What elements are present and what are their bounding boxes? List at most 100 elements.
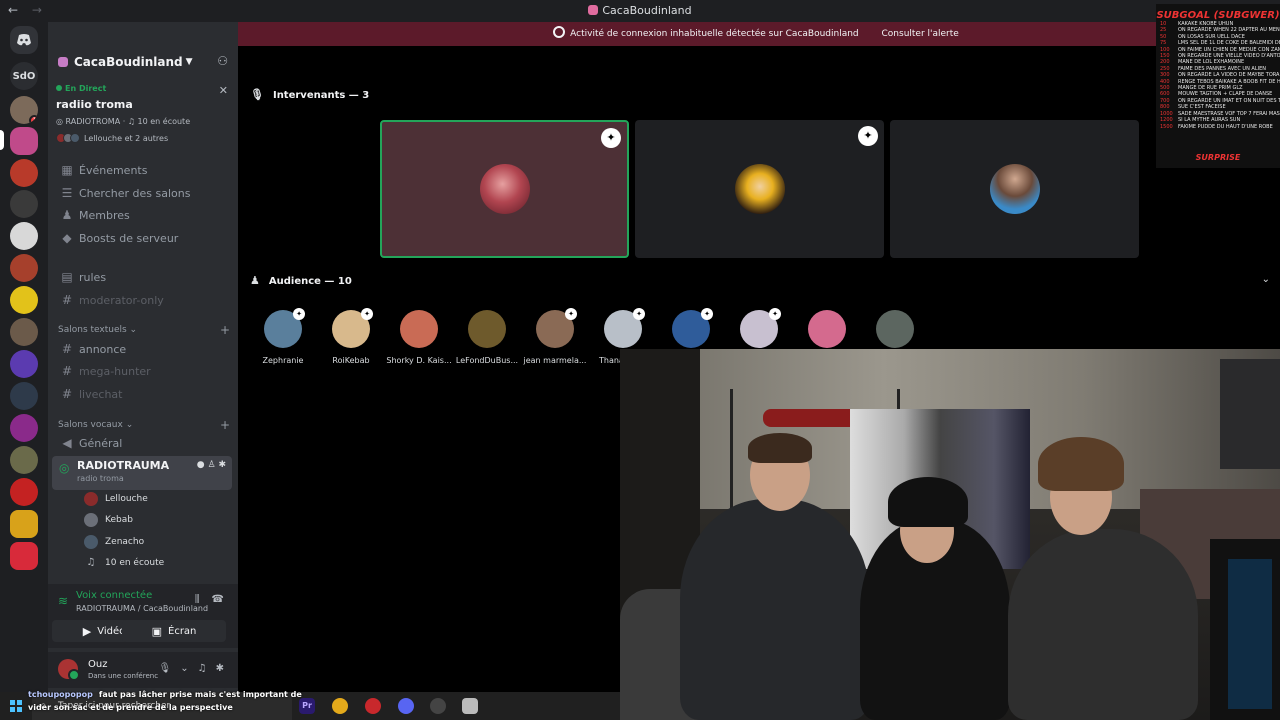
invite-user-icon[interactable]: ⚇ bbox=[217, 54, 228, 68]
channel-livechat[interactable]: # livechat bbox=[56, 384, 232, 404]
stage-channel: RADIOTROMA bbox=[65, 117, 121, 126]
user-name[interactable]: Ouz bbox=[88, 659, 107, 670]
stage-listening: 10 en écoute bbox=[137, 117, 191, 126]
server-icon[interactable] bbox=[10, 510, 38, 538]
speaker-tile[interactable] bbox=[890, 120, 1139, 258]
noise-suppression-icon[interactable]: ⫼ bbox=[195, 594, 200, 605]
chat-username: tchoupopopop bbox=[28, 690, 93, 699]
stream-chat-message: tchoupopopop faut pas lâcher prise mais c… bbox=[28, 688, 308, 714]
audience-member[interactable]: ✦ RoiKebab bbox=[317, 308, 385, 365]
channel-rules[interactable]: ▤ rules bbox=[56, 267, 232, 287]
speaker-avatar bbox=[989, 164, 1040, 214]
voice-location[interactable]: RADIOTRAUMA / CacaBoudinland bbox=[76, 604, 208, 613]
channel-general-voice[interactable]: ◀ Général bbox=[56, 433, 232, 453]
view-alert-button[interactable]: Consulter l'alerte bbox=[876, 27, 965, 41]
audience-member[interactable]: ✦ bbox=[657, 308, 725, 348]
category-text-channels[interactable]: Salons textuels ⌄ + bbox=[58, 323, 230, 337]
nav-browse-channels[interactable]: ☰ Chercher des salons bbox=[56, 183, 232, 203]
microphone-icon[interactable]: 🎙 bbox=[159, 663, 172, 674]
windows-start-icon[interactable] bbox=[10, 700, 22, 712]
voice-member[interactable]: Lellouche bbox=[84, 490, 148, 508]
chrome-icon[interactable] bbox=[332, 698, 348, 714]
nav-members[interactable]: ♟ Membres bbox=[56, 205, 232, 225]
window-title: CacaBoudinland bbox=[0, 4, 1280, 17]
audience-member[interactable]: Shorky D. Kais... bbox=[385, 310, 453, 365]
voice-member[interactable]: Zenacho bbox=[84, 533, 144, 551]
invite-icon[interactable]: ♙ bbox=[208, 460, 216, 470]
subgoal-reward: SADE MAESTRASE VOF TOP 7 FERAI MASS 2 bbox=[1178, 110, 1280, 117]
add-channel-icon[interactable]: + bbox=[220, 418, 230, 432]
subgoal-reward: RENGE TEBOS BAIKAKE A BOOB FIT DE HOIT bbox=[1178, 78, 1280, 85]
server-icon[interactable] bbox=[10, 254, 38, 282]
discord-icon[interactable] bbox=[398, 698, 414, 714]
gear-icon[interactable]: ✱ bbox=[216, 663, 224, 674]
screen: ← → CacaBoudinland SdO 1 CacaBoudinland … bbox=[0, 0, 1280, 720]
chevron-down-icon[interactable]: ⌄ bbox=[180, 663, 188, 674]
server-icon bbox=[58, 57, 68, 67]
nav-server-boosts[interactable]: ◆ Boosts de serveur bbox=[56, 228, 232, 248]
webcam-hair bbox=[748, 433, 812, 463]
selected-server-indicator bbox=[0, 130, 4, 150]
server-icon[interactable] bbox=[10, 222, 38, 250]
add-channel-icon[interactable]: + bbox=[220, 323, 230, 337]
speaker-tile[interactable]: ✦ bbox=[635, 120, 884, 258]
channel-radiotrauma[interactable]: ◎ RADIOTRAUMA radio troma ● ♙ ✱ bbox=[52, 456, 232, 490]
boost-icon: ◆ bbox=[62, 231, 72, 245]
app-icon[interactable] bbox=[430, 698, 446, 714]
channel-annonce[interactable]: # annonce bbox=[56, 339, 232, 359]
user-avatar[interactable] bbox=[58, 659, 80, 681]
stage-name: radiio troma bbox=[56, 98, 133, 111]
badge-icon: ✦ bbox=[633, 308, 645, 320]
speakers-label: Intervenants — 3 bbox=[272, 90, 370, 101]
audience-member[interactable]: LeFondDuBus... bbox=[453, 310, 521, 365]
server-header[interactable]: CacaBoudinland ▼ ⚇ bbox=[48, 47, 238, 77]
server-icon[interactable]: 1 bbox=[10, 96, 38, 124]
app-icon[interactable] bbox=[462, 698, 478, 714]
category-voice-channels[interactable]: Salons vocaux ⌄ + bbox=[58, 418, 230, 432]
stage-meta: ◎ RADIOTROMA · ♫ 10 en écoute bbox=[56, 117, 191, 126]
server-sdo-icon[interactable]: SdO bbox=[10, 62, 38, 90]
server-icon bbox=[588, 5, 599, 15]
server-icon[interactable] bbox=[10, 350, 38, 378]
channel-moderator-only[interactable]: # moderator-only bbox=[56, 290, 232, 310]
screen-share-button[interactable]: ▣ Écran bbox=[122, 620, 226, 642]
screen-share-icon: ▣ bbox=[151, 624, 162, 638]
audience-member[interactable]: ✦ bbox=[725, 308, 793, 348]
disconnect-icon[interactable]: ☎ bbox=[212, 594, 224, 605]
audience-member[interactable] bbox=[861, 310, 929, 348]
subgoal-reward: ON LOSAS SUR UELL DACE bbox=[1178, 33, 1245, 40]
members-icon: ♟ bbox=[61, 208, 73, 222]
speaker-tile[interactable]: ✦ bbox=[380, 120, 629, 258]
server-icon[interactable] bbox=[10, 159, 38, 187]
server-icon[interactable] bbox=[10, 190, 38, 218]
webcam-person-right bbox=[1008, 529, 1198, 720]
voice-listening[interactable]: ♫ 10 en écoute bbox=[84, 554, 165, 572]
voice-member[interactable]: Kebab bbox=[84, 511, 133, 529]
server-icon[interactable] bbox=[10, 382, 38, 410]
audience-member[interactable] bbox=[793, 310, 861, 348]
gear-icon[interactable]: ✱ bbox=[218, 460, 226, 470]
server-icon[interactable] bbox=[10, 478, 38, 506]
server-icon[interactable] bbox=[10, 286, 38, 314]
signal-icon[interactable]: ≋ bbox=[58, 594, 68, 608]
chat-bubble-icon[interactable]: ● bbox=[197, 460, 205, 470]
server-icon[interactable] bbox=[10, 318, 38, 346]
avatar bbox=[808, 310, 846, 348]
voice-status[interactable]: Voix connectée bbox=[76, 590, 152, 601]
chevron-down-icon[interactable]: ⌄ bbox=[1262, 274, 1270, 285]
channel-mega-hunter[interactable]: # mega-hunter bbox=[56, 361, 232, 381]
headphones-icon[interactable]: ♫ bbox=[198, 663, 207, 674]
hash-icon: # bbox=[61, 342, 73, 356]
audience-member[interactable]: ✦ Zephranie bbox=[249, 308, 317, 365]
server-cacaboudinland-icon[interactable] bbox=[10, 127, 38, 155]
server-icon[interactable] bbox=[10, 414, 38, 442]
discord-home-icon[interactable] bbox=[10, 26, 38, 54]
server-icon[interactable] bbox=[10, 542, 38, 570]
calendar-icon: ▦ bbox=[61, 163, 73, 177]
nav-events[interactable]: ▦ Événements bbox=[56, 160, 232, 180]
close-icon[interactable]: ✕ bbox=[219, 84, 228, 97]
live-stage-card[interactable]: En Direct ✕ radiio troma ◎ RADIOTROMA · … bbox=[56, 84, 232, 143]
server-icon[interactable] bbox=[10, 446, 38, 474]
audience-member[interactable]: ✦ jean marmela... bbox=[521, 308, 589, 365]
app-icon[interactable] bbox=[365, 698, 381, 714]
